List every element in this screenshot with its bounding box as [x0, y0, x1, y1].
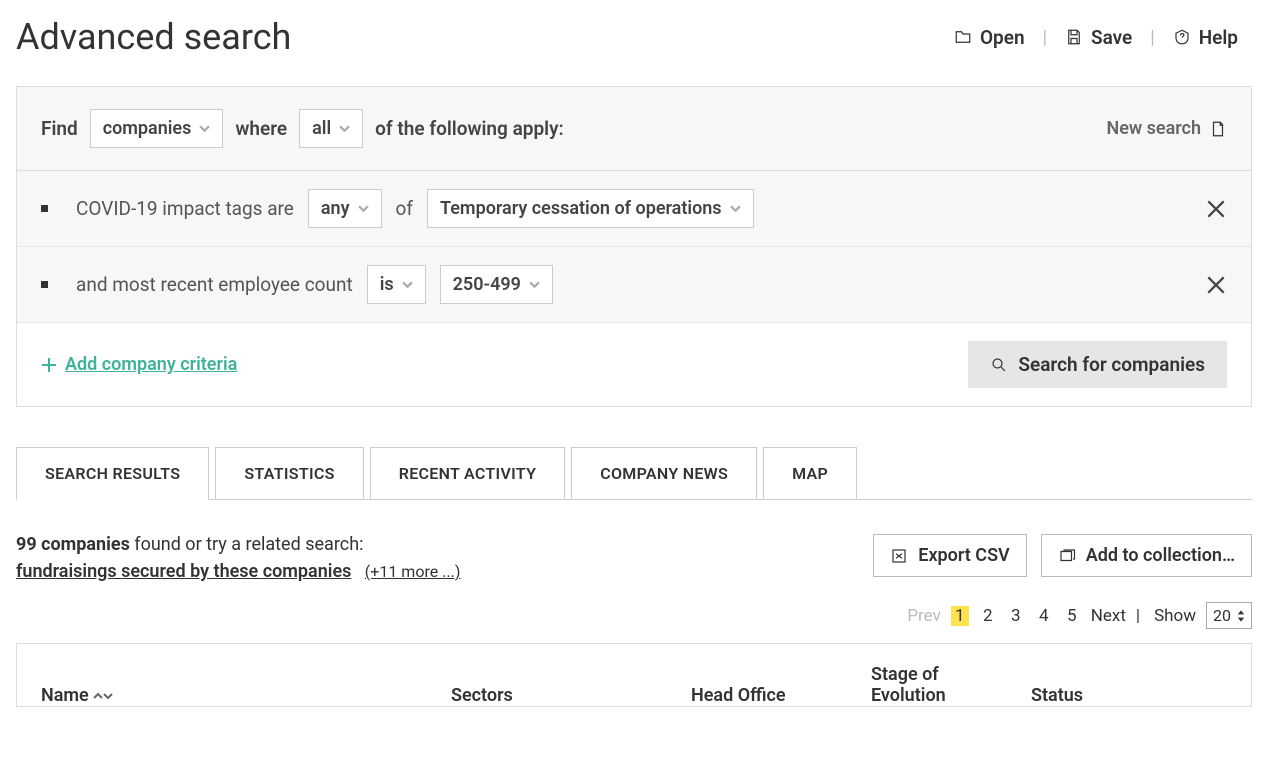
tab-recent-activity[interactable]: RECENT ACTIVITY	[370, 447, 565, 499]
results-table: Name Sectors Head Office Stage of Evolut…	[16, 643, 1252, 707]
export-csv-label: Export CSV	[918, 545, 1009, 566]
tab-search-results[interactable]: SEARCH RESULTS	[16, 447, 209, 500]
criteria-value: 250-499	[453, 274, 521, 295]
save-icon	[1065, 28, 1083, 46]
quantifier-dropdown[interactable]: all	[299, 109, 363, 148]
where-label: where	[235, 117, 287, 140]
entity-dropdown[interactable]: companies	[90, 109, 224, 148]
page-title: Advanced search	[16, 16, 291, 58]
search-button[interactable]: Search for companies	[968, 341, 1227, 388]
criteria-op-value: is	[380, 274, 394, 295]
criteria-label: and most recent employee count	[76, 273, 353, 296]
criteria-value-dropdown[interactable]: 250-499	[440, 265, 553, 304]
divider: |	[1146, 27, 1158, 48]
table-header-row: Name Sectors Head Office Stage of Evolut…	[41, 664, 1227, 706]
criteria-value-dropdown[interactable]: Temporary cessation of operations	[427, 189, 754, 228]
bullet-icon	[41, 205, 48, 212]
collection-icon	[1058, 547, 1076, 565]
chevron-down-icon	[199, 123, 210, 134]
pager: Prev 1 2 3 4 5 Next | Show 20	[16, 602, 1252, 629]
column-name[interactable]: Name	[41, 685, 411, 706]
tab-company-news[interactable]: COMPANY NEWS	[571, 447, 757, 499]
save-button[interactable]: Save	[1051, 20, 1146, 55]
remove-criteria-button[interactable]	[1205, 274, 1227, 296]
new-document-icon	[1209, 120, 1227, 138]
column-sectors[interactable]: Sectors	[451, 685, 651, 706]
save-label: Save	[1091, 26, 1132, 49]
bullet-icon	[41, 281, 48, 288]
plus-icon	[41, 357, 57, 373]
chevron-down-icon	[402, 279, 413, 290]
open-button[interactable]: Open	[940, 20, 1039, 55]
builder-head: Find companies where all of the followin…	[17, 87, 1251, 171]
apply-label: of the following apply:	[375, 117, 564, 140]
column-name-label: Name	[41, 685, 89, 706]
export-icon	[890, 547, 908, 565]
criteria-row: and most recent employee count is 250-49…	[17, 247, 1251, 323]
add-criteria-button[interactable]: Add company criteria	[41, 354, 237, 375]
help-button[interactable]: Help	[1159, 20, 1252, 55]
pager-page-4[interactable]: 4	[1035, 606, 1053, 626]
chevron-down-icon	[358, 203, 369, 214]
search-icon	[990, 356, 1008, 374]
new-search-button[interactable]: New search	[1106, 118, 1227, 139]
search-builder: Find companies where all of the followin…	[16, 86, 1252, 407]
pager-next[interactable]: Next	[1091, 606, 1126, 626]
criteria-op-dropdown[interactable]: any	[308, 189, 382, 228]
new-search-label: New search	[1106, 118, 1201, 139]
quantifier-value: all	[312, 118, 331, 139]
criteria-op-value: any	[321, 198, 350, 219]
column-status[interactable]: Status	[1031, 685, 1151, 706]
find-label: Find	[41, 117, 78, 140]
pager-page-3[interactable]: 3	[1007, 606, 1025, 626]
export-csv-button[interactable]: Export CSV	[873, 534, 1026, 577]
related-search-link[interactable]: fundraisings secured by these companies	[16, 561, 351, 582]
updown-icon	[1237, 610, 1245, 622]
search-button-label: Search for companies	[1018, 353, 1205, 376]
add-criteria-label: Add company criteria	[65, 354, 237, 375]
chevron-down-icon	[529, 279, 540, 290]
pager-page-1[interactable]: 1	[951, 606, 969, 626]
results-found-text: found or try a related search:	[130, 534, 364, 555]
more-related-link[interactable]: (+11 more ...)	[365, 562, 461, 581]
entity-value: companies	[103, 118, 192, 139]
tab-map[interactable]: MAP	[763, 447, 857, 499]
help-icon	[1173, 28, 1191, 46]
show-label: Show	[1154, 606, 1196, 626]
criteria-label: COVID-19 impact tags are	[76, 197, 294, 220]
pager-page-5[interactable]: 5	[1063, 606, 1081, 626]
results-count: 99 companies	[16, 534, 130, 555]
add-to-collection-label: Add to collection…	[1086, 545, 1235, 566]
criteria-op-dropdown[interactable]: is	[367, 265, 426, 304]
help-label: Help	[1199, 26, 1238, 49]
column-stage-of-evolution[interactable]: Stage of Evolution	[871, 664, 991, 706]
show-per-page-select[interactable]: 20	[1206, 602, 1252, 629]
chevron-down-icon	[730, 203, 741, 214]
sort-arrows-icon[interactable]	[93, 685, 113, 706]
column-head-office[interactable]: Head Office	[691, 685, 831, 706]
pager-divider: |	[1136, 606, 1140, 626]
divider: |	[1039, 27, 1051, 48]
open-label: Open	[980, 26, 1025, 49]
tabs: SEARCH RESULTS STATISTICS RECENT ACTIVIT…	[16, 447, 1252, 500]
add-to-collection-button[interactable]: Add to collection…	[1041, 534, 1252, 577]
chevron-down-icon	[339, 123, 350, 134]
builder-footer: Add company criteria Search for companie…	[17, 323, 1251, 406]
tab-statistics[interactable]: STATISTICS	[215, 447, 363, 499]
folder-icon	[954, 28, 972, 46]
criteria-row: COVID-19 impact tags are any of Temporar…	[17, 171, 1251, 247]
top-actions: Open | Save | Help	[940, 20, 1252, 55]
pager-prev: Prev	[907, 606, 940, 626]
remove-criteria-button[interactable]	[1205, 198, 1227, 220]
of-label: of	[396, 197, 413, 220]
show-value: 20	[1213, 606, 1231, 625]
results-summary: 99 companies found or try a related sear…	[16, 534, 460, 582]
pager-page-2[interactable]: 2	[979, 606, 997, 626]
criteria-value: Temporary cessation of operations	[440, 198, 722, 219]
